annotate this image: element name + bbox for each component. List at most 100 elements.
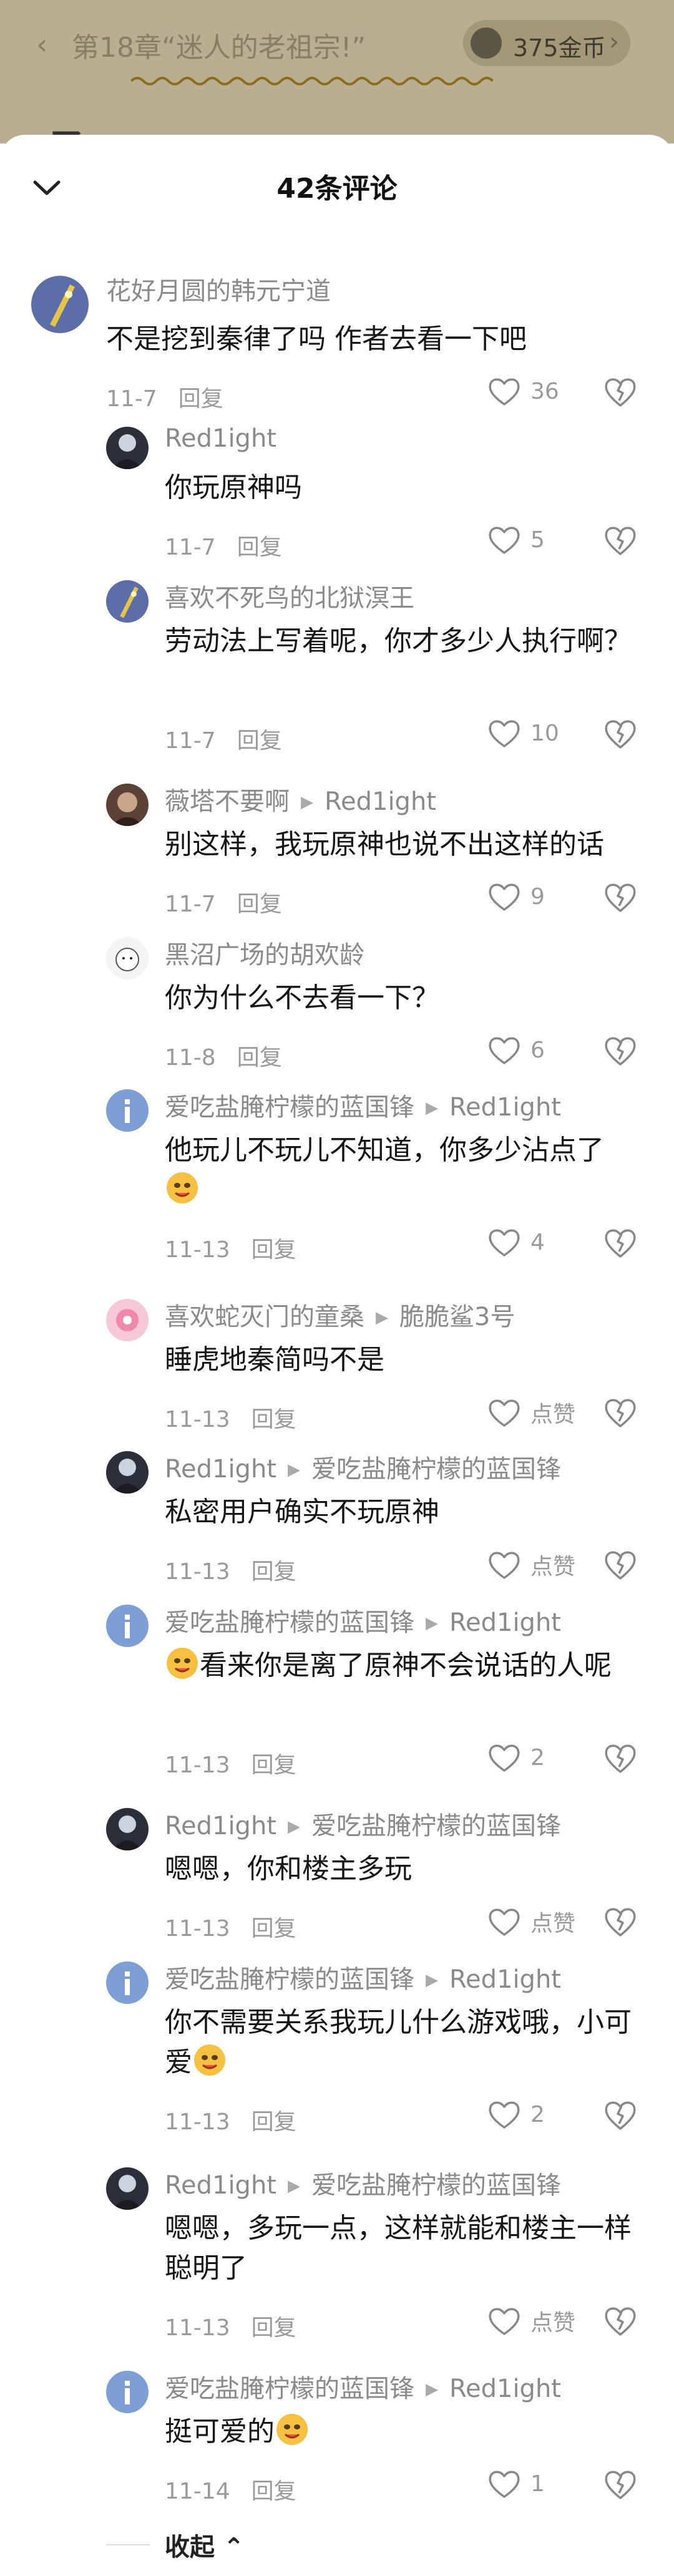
avatar[interactable] <box>106 1961 149 2004</box>
reply-button[interactable]: 回复 <box>252 1237 296 1263</box>
comment-username[interactable]: Red1ight ▶ 爱吃盐腌柠檬的蓝国锋 <box>165 2165 561 2201</box>
reply-arrow-icon: ▶ <box>426 2380 438 2399</box>
reply-button[interactable]: 回复 <box>252 1407 296 1432</box>
like-button[interactable]: 点赞 <box>487 1548 575 1581</box>
reply-button[interactable]: 回复 <box>237 1045 282 1071</box>
dislike-icon[interactable] <box>603 1395 638 1430</box>
avatar[interactable] <box>106 1808 149 1850</box>
dislike-icon[interactable] <box>603 1904 638 1939</box>
reply-target-username[interactable]: 爱吃盐腌柠檬的蓝国锋 <box>311 1812 561 1840</box>
comment-text: 劳动法上写着呢，你才多少人执行啊？ <box>165 625 632 657</box>
reply-button[interactable]: 回复 <box>252 1752 296 1778</box>
reply-target-username[interactable]: 脆脆鲨3号 <box>399 1303 515 1331</box>
heart-icon <box>489 1037 520 1064</box>
comment-username[interactable]: 爱吃盐腌柠檬的蓝国锋 ▶ Red1ight <box>165 1959 561 1995</box>
dislike-icon[interactable] <box>603 880 638 915</box>
comment-username[interactable]: Red1ight ▶ 爱吃盐腌柠檬的蓝国锋 <box>165 1806 561 1842</box>
coin-balance: 375金币 <box>513 34 606 62</box>
like-button[interactable]: 点赞 <box>487 2305 575 2337</box>
comment-username[interactable]: 爱吃盐腌柠檬的蓝国锋 ▶ Red1ight <box>165 1087 561 1123</box>
avatar[interactable] <box>106 937 149 979</box>
like-button[interactable]: 5 <box>487 524 545 555</box>
dislike-icon[interactable] <box>603 1547 638 1582</box>
comment-meta: 11-7 回复 <box>165 722 282 755</box>
reply-button[interactable]: 回复 <box>237 892 282 917</box>
reply-target-username[interactable]: 爱吃盐腌柠檬的蓝国锋 <box>311 1455 561 1484</box>
reply-button[interactable]: 回复 <box>252 1916 296 1942</box>
coin-balance-button[interactable]: 375金币 › <box>463 20 630 66</box>
comment-username[interactable]: 花好月圆的韩元宁道 <box>106 271 331 307</box>
like-button[interactable]: 36 <box>487 376 559 407</box>
avatar[interactable] <box>106 2167 149 2210</box>
heart-icon <box>489 720 520 747</box>
avatar[interactable] <box>31 276 89 333</box>
reply-button[interactable]: 回复 <box>237 535 282 560</box>
comment-date: 11-13 <box>165 1752 230 1778</box>
reply-button[interactable]: 回复 <box>252 2315 296 2341</box>
back-icon[interactable]: ‹ <box>36 27 47 61</box>
reply-target-username[interactable]: 爱吃盐腌柠檬的蓝国锋 <box>311 2171 561 2200</box>
like-count: 点赞 <box>530 2310 576 2336</box>
dislike-icon[interactable] <box>603 374 638 409</box>
like-button[interactable]: 1 <box>487 2468 545 2499</box>
dislike-icon[interactable] <box>603 1225 638 1260</box>
avatar[interactable] <box>106 1605 149 1647</box>
avatar[interactable] <box>106 2371 149 2413</box>
like-button[interactable]: 9 <box>487 881 545 912</box>
reply-button[interactable]: 回复 <box>237 728 282 754</box>
comment-date: 11-13 <box>165 2109 230 2135</box>
like-count: 9 <box>530 883 545 910</box>
avatar[interactable] <box>106 1299 149 1341</box>
dislike-icon[interactable] <box>603 1741 638 1776</box>
emoji-icon <box>194 2044 225 2076</box>
collapse-label: 收起 ⌃ <box>165 2533 245 2562</box>
reply-target-username[interactable]: Red1ight <box>449 1965 561 1994</box>
comment-username[interactable]: 薇塔不要啊 ▶ Red1ight <box>165 781 436 817</box>
dislike-icon[interactable] <box>603 1033 638 1068</box>
comment-username[interactable]: 喜欢蛇灭门的童桑 ▶ 脆脆鲨3号 <box>165 1296 515 1333</box>
comment-text: 别这样，我玩原神也说不出这样的话 <box>165 829 604 860</box>
reply-button[interactable]: 回复 <box>252 2479 296 2504</box>
emoji-icon <box>276 2414 308 2445</box>
like-button[interactable]: 10 <box>487 717 559 749</box>
reply-button[interactable]: 回复 <box>252 1559 296 1585</box>
collapse-replies[interactable]: 收起 ⌃ <box>0 2520 674 2570</box>
reply-button[interactable]: 回复 <box>178 386 223 412</box>
like-button[interactable]: 点赞 <box>487 1396 575 1429</box>
like-button[interactable]: 点赞 <box>487 1905 575 1938</box>
comment-username[interactable]: Red1ight <box>165 424 276 453</box>
like-button[interactable]: 2 <box>487 2099 545 2130</box>
like-count: 4 <box>530 1229 545 1255</box>
reply-arrow-icon: ▶ <box>426 1614 438 1633</box>
reply-arrow-icon: ▶ <box>287 2177 300 2195</box>
reply-button[interactable]: 回复 <box>252 2109 296 2135</box>
comment-username[interactable]: 爱吃盐腌柠檬的蓝国锋 ▶ Red1ight <box>165 1602 561 1638</box>
coin-icon <box>471 27 502 59</box>
comment-meta: 11-13 回复 <box>165 1401 296 1434</box>
dislike-icon[interactable] <box>603 2097 638 2132</box>
like-button[interactable]: 2 <box>487 1742 545 1773</box>
comment-meta: 11-13 回复 <box>165 1747 296 1779</box>
comment-username[interactable]: 爱吃盐腌柠檬的蓝国锋 ▶ Red1ight <box>165 2368 561 2404</box>
dislike-icon[interactable] <box>603 523 638 558</box>
avatar[interactable] <box>106 1089 149 1132</box>
reply-target-username[interactable]: Red1ight <box>449 1608 561 1637</box>
comment-date: 11-13 <box>165 1559 230 1585</box>
dislike-icon[interactable] <box>603 2467 638 2502</box>
avatar[interactable] <box>106 1451 149 1494</box>
like-count: 2 <box>530 2101 545 2127</box>
reply-target-username[interactable]: Red1ight <box>449 1093 561 1122</box>
reply-target-username[interactable]: Red1ight <box>449 2374 561 2403</box>
avatar[interactable] <box>106 427 149 469</box>
like-button[interactable]: 4 <box>487 1227 545 1258</box>
comment-username[interactable]: 黑沼广场的胡欢龄 <box>165 935 364 971</box>
comment-date: 11-8 <box>165 1045 216 1071</box>
avatar[interactable] <box>106 580 149 623</box>
dislike-icon[interactable] <box>603 2303 638 2338</box>
comment-username[interactable]: Red1ight ▶ 爱吃盐腌柠檬的蓝国锋 <box>165 1449 561 1485</box>
like-button[interactable]: 6 <box>487 1034 545 1066</box>
avatar[interactable] <box>106 784 149 826</box>
comment-username[interactable]: 喜欢不死鸟的北狱溟王 <box>165 578 414 614</box>
reply-target-username[interactable]: Red1ight <box>325 787 436 816</box>
dislike-icon[interactable] <box>603 716 638 751</box>
